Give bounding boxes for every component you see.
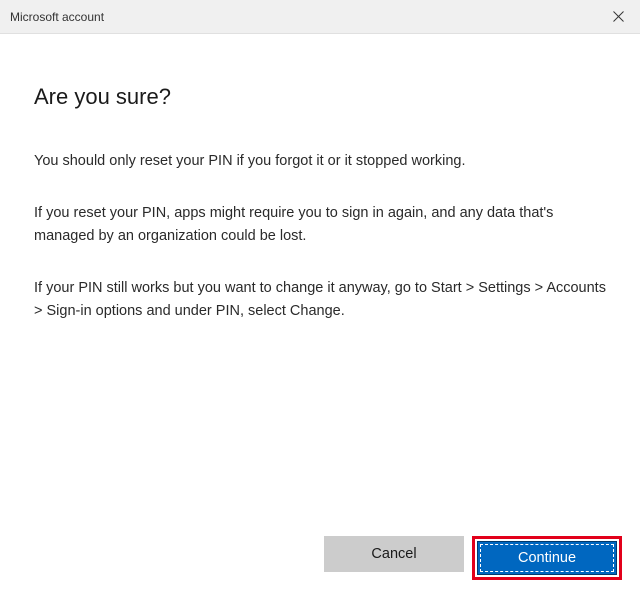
window-title: Microsoft account — [10, 10, 104, 24]
continue-button[interactable]: Continue — [477, 541, 617, 575]
dialog-paragraph-3: If your PIN still works but you want to … — [34, 277, 606, 322]
close-icon — [613, 11, 624, 22]
dialog-heading: Are you sure? — [34, 84, 606, 110]
titlebar: Microsoft account — [0, 0, 640, 34]
continue-button-highlight: Continue — [472, 536, 622, 580]
cancel-button[interactable]: Cancel — [324, 536, 464, 572]
dialog-paragraph-1: You should only reset your PIN if you fo… — [34, 150, 606, 172]
close-button[interactable] — [596, 0, 640, 34]
dialog-paragraph-2: If you reset your PIN, apps might requir… — [34, 202, 606, 247]
button-row: Cancel Continue — [324, 536, 622, 580]
dialog-content: Are you sure? You should only reset your… — [0, 34, 640, 322]
